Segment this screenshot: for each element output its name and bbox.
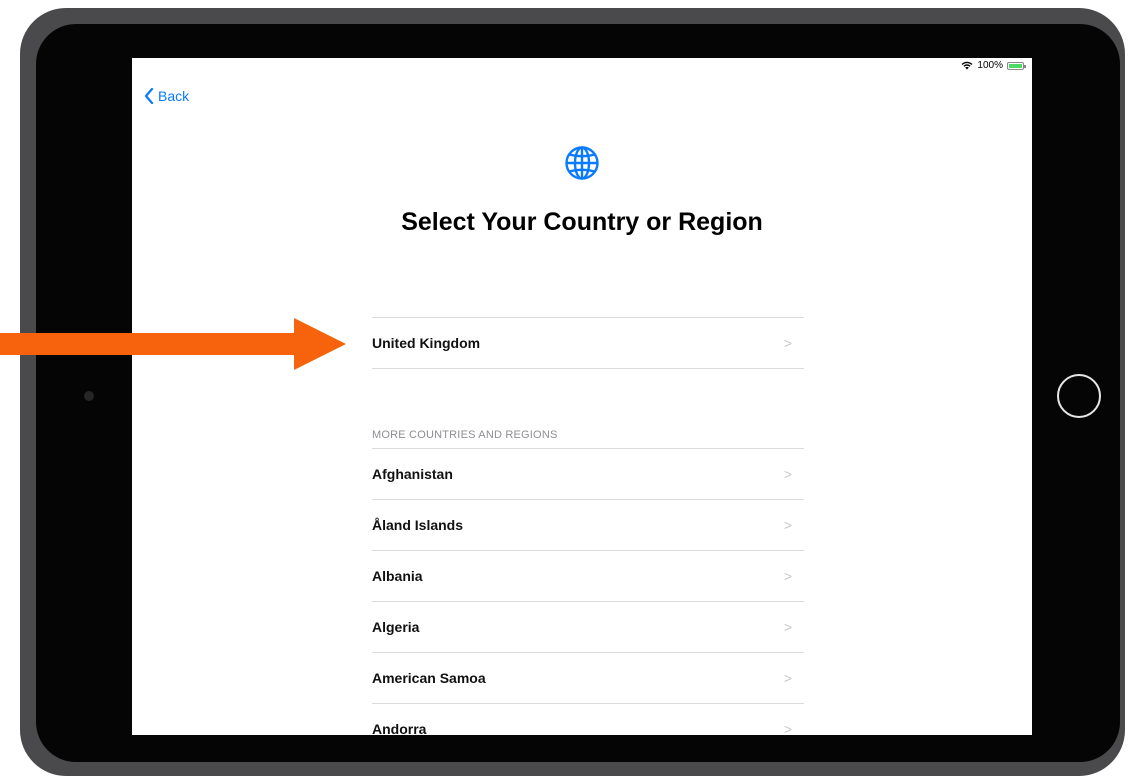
- list-item[interactable]: American Samoa >: [372, 652, 804, 703]
- list-item-united-kingdom[interactable]: United Kingdom >: [372, 317, 804, 369]
- home-button[interactable]: [1057, 374, 1101, 418]
- battery-icon: [1007, 61, 1026, 70]
- chevron-right-icon: >: [783, 466, 792, 482]
- list-item-label: Albania: [372, 568, 423, 584]
- chevron-right-icon: >: [783, 721, 792, 735]
- globe-icon: [565, 146, 599, 180]
- chevron-right-icon: >: [783, 568, 792, 584]
- list-item[interactable]: Albania >: [372, 550, 804, 601]
- list-item[interactable]: Afghanistan >: [372, 448, 804, 499]
- more-countries-list: Afghanistan > Åland Islands > Albania > …: [372, 448, 804, 735]
- chevron-right-icon: >: [783, 619, 792, 635]
- camera: [84, 391, 94, 401]
- list-item-label: American Samoa: [372, 670, 486, 686]
- chevron-left-icon: [144, 88, 154, 104]
- suggested-list: United Kingdom >: [372, 317, 804, 369]
- screen: 100% Back Select Your Country or Region …: [132, 58, 1032, 735]
- battery-percent: 100%: [977, 60, 1003, 71]
- list-item-label: United Kingdom: [372, 335, 481, 351]
- list-item[interactable]: Andorra >: [372, 703, 804, 735]
- list-item-label: Algeria: [372, 619, 420, 635]
- chevron-right-icon: >: [783, 335, 792, 351]
- section-header: MORE COUNTRIES AND REGIONS: [372, 429, 558, 441]
- list-item[interactable]: Åland Islands >: [372, 499, 804, 550]
- chevron-right-icon: >: [783, 670, 792, 686]
- list-item-label: Andorra: [372, 721, 427, 735]
- page-title: Select Your Country or Region: [401, 208, 763, 236]
- annotation-arrow-icon: [0, 318, 346, 370]
- wifi-icon: [962, 61, 973, 70]
- status-bar: 100%: [961, 60, 1026, 71]
- list-item[interactable]: Algeria >: [372, 601, 804, 652]
- back-label: Back: [158, 88, 190, 104]
- list-item-label: Afghanistan: [372, 466, 453, 482]
- back-button[interactable]: Back: [144, 88, 189, 104]
- chevron-right-icon: >: [783, 517, 792, 533]
- list-item-label: Åland Islands: [372, 517, 464, 533]
